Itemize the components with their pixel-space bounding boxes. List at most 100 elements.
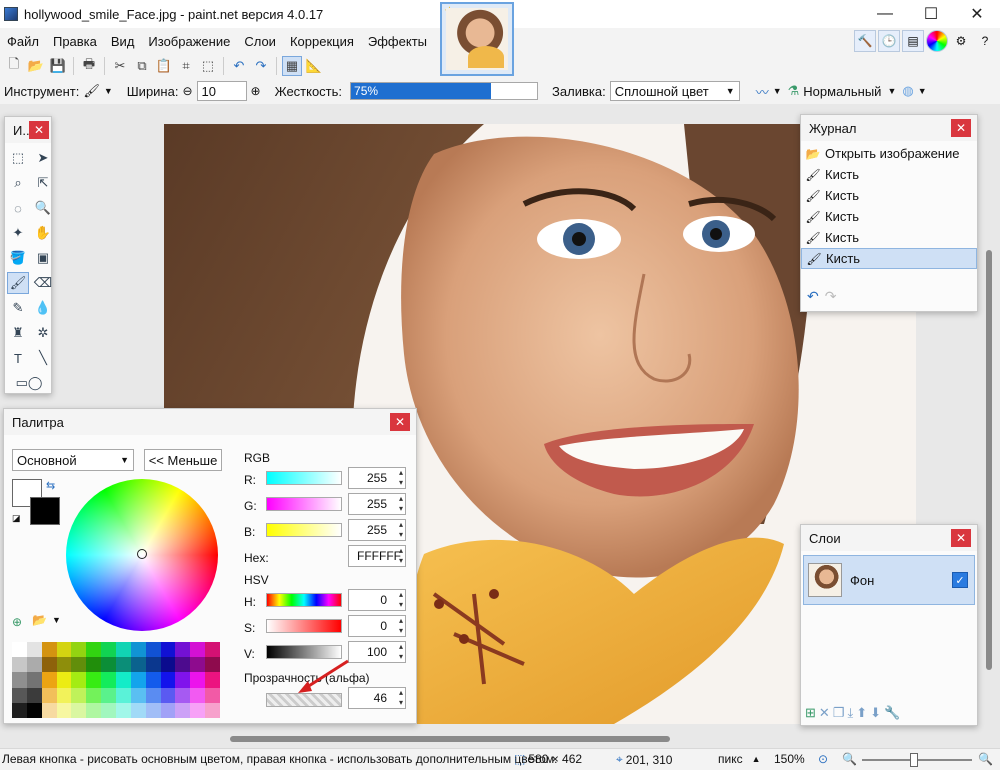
undo-icon[interactable]: ↶	[229, 56, 249, 76]
palette-swatch[interactable]	[130, 657, 146, 673]
paste-icon[interactable]: 📋	[154, 56, 174, 76]
palette-swatch[interactable]	[71, 687, 87, 703]
menu-view[interactable]: Вид	[104, 34, 142, 49]
palette-panel-close-button[interactable]: ✕	[390, 413, 410, 431]
palette-swatch[interactable]	[130, 687, 146, 703]
history-panel-close-button[interactable]: ✕	[951, 119, 971, 137]
deselect-icon[interactable]: ⬚	[198, 56, 218, 76]
palette-swatch[interactable]	[41, 702, 57, 718]
cut-icon[interactable]: ✂	[110, 56, 130, 76]
history-item[interactable]: 🖌 Кисть	[801, 164, 977, 185]
width-increase-icon[interactable]: ⊕	[251, 84, 261, 98]
h-slider[interactable]	[266, 593, 342, 607]
palette-menu-icon[interactable]: 📂	[32, 613, 47, 627]
gradient-icon[interactable]: ▣	[32, 247, 54, 269]
palette-swatch[interactable]	[175, 657, 191, 673]
menu-layers[interactable]: Слои	[237, 34, 283, 49]
blend-mode-select[interactable]: Нормальный	[803, 84, 881, 99]
secondary-color-swatch[interactable]	[30, 497, 60, 525]
selection-mode-dropdown-icon[interactable]: ▼	[918, 86, 927, 96]
palette-swatch[interactable]	[86, 672, 102, 688]
b-input[interactable]: 255	[348, 519, 406, 541]
history-item[interactable]: 🖌 Кисть	[801, 227, 977, 248]
grid-icon[interactable]: ▦	[282, 56, 302, 76]
merge-layer-icon[interactable]: ⤓	[847, 705, 853, 721]
layers-panel-close-button[interactable]: ✕	[951, 529, 971, 547]
crop-icon[interactable]: ⌗	[176, 56, 196, 76]
palette-swatch[interactable]	[26, 657, 42, 673]
palette-swatch[interactable]	[56, 687, 72, 703]
palette-swatch[interactable]	[86, 687, 102, 703]
palette-swatch[interactable]	[86, 702, 102, 718]
history-item[interactable]: 📂 Открыть изображение	[801, 143, 977, 164]
palette-swatch[interactable]	[101, 687, 116, 703]
palette-swatch[interactable]	[101, 702, 116, 718]
palette-swatch[interactable]	[205, 642, 220, 658]
color-mode-select[interactable]: Основной ▼	[12, 449, 134, 471]
palette-swatch[interactable]	[71, 642, 87, 658]
zoom-slider[interactable]	[862, 753, 972, 767]
palette-swatch[interactable]	[56, 702, 72, 718]
tools-panel-close-button[interactable]: ✕	[29, 121, 49, 139]
zoom-knob[interactable]	[910, 753, 918, 767]
palette-swatch[interactable]	[115, 642, 131, 658]
menu-edit[interactable]: Правка	[46, 34, 104, 49]
hardness-slider[interactable]: 75%	[350, 82, 539, 100]
alpha-input[interactable]: 46	[348, 687, 406, 709]
undo-icon[interactable]: ↶	[807, 288, 819, 305]
palette-swatch[interactable]	[145, 672, 161, 688]
antialias-icon[interactable]: 〰	[756, 82, 769, 101]
palette-swatch[interactable]	[115, 687, 131, 703]
menu-image[interactable]: Изображение	[141, 34, 237, 49]
new-file-icon[interactable]: 🗋	[4, 56, 24, 76]
s-input[interactable]: 0	[348, 615, 406, 637]
zoom-fit-icon[interactable]: ⊙	[818, 752, 828, 766]
palette-swatch[interactable]	[86, 657, 102, 673]
clone-stamp-icon[interactable]: ♜	[7, 322, 29, 344]
shapes-icon[interactable]: ▭◯	[7, 372, 51, 394]
magic-wand-icon[interactable]: ✦	[7, 222, 29, 244]
image-tab-thumbnail[interactable]: ★	[440, 2, 514, 76]
palette-swatch[interactable]	[86, 642, 102, 658]
hex-input[interactable]: FFFFFF	[348, 545, 406, 567]
redo-icon[interactable]: ↷	[251, 56, 271, 76]
recolor-icon[interactable]: ✲	[32, 322, 54, 344]
b-slider[interactable]	[266, 523, 342, 537]
history-item[interactable]: 🖌 Кисть	[801, 206, 977, 227]
palette-swatch[interactable]	[160, 687, 176, 703]
g-slider[interactable]	[266, 497, 342, 511]
palette-swatch[interactable]	[41, 672, 57, 688]
palette-swatch[interactable]	[101, 672, 116, 688]
menu-effects[interactable]: Эффекты	[361, 34, 434, 49]
palette-swatch[interactable]	[160, 657, 176, 673]
palette-swatch[interactable]	[12, 642, 27, 658]
copy-icon[interactable]: ⧉	[132, 56, 152, 76]
color-picker-icon[interactable]: 💧	[32, 297, 54, 319]
history-item-selected[interactable]: 🖌 Кисть	[801, 248, 977, 269]
text-icon[interactable]: T	[7, 347, 29, 369]
palette-swatch[interactable]	[205, 672, 220, 688]
paint-bucket-icon[interactable]: 🪣	[7, 247, 29, 269]
palette-swatch[interactable]	[41, 642, 57, 658]
palette-swatch[interactable]	[115, 702, 131, 718]
layer-row[interactable]: Фон ✓	[803, 555, 975, 605]
palette-swatch[interactable]	[130, 702, 146, 718]
settings-gear-icon[interactable]: ⚙	[950, 30, 972, 52]
palette-swatch[interactable]	[190, 642, 206, 658]
tools-toggle-icon[interactable]: 🔨	[854, 30, 876, 52]
layer-visibility-checkbox[interactable]: ✓	[952, 572, 968, 588]
move-selection-icon[interactable]: ➤	[32, 147, 54, 169]
palette-swatch[interactable]	[26, 642, 42, 658]
palette-swatch[interactable]	[160, 702, 176, 718]
save-icon[interactable]: 💾	[48, 56, 68, 76]
palette-swatch[interactable]	[56, 657, 72, 673]
palette-swatch[interactable]	[12, 657, 27, 673]
rectangle-select-icon[interactable]: ⬚	[7, 147, 29, 169]
brush-icon[interactable]: 🖌	[83, 83, 100, 99]
palette-swatch[interactable]	[205, 687, 220, 703]
palette-swatch[interactable]	[26, 702, 42, 718]
v-input[interactable]: 100	[348, 641, 406, 663]
close-window-button[interactable]: ✕	[954, 0, 1000, 28]
fill-select[interactable]: Сплошной цвет ▼	[609, 81, 740, 101]
palette-swatch[interactable]	[101, 642, 116, 658]
